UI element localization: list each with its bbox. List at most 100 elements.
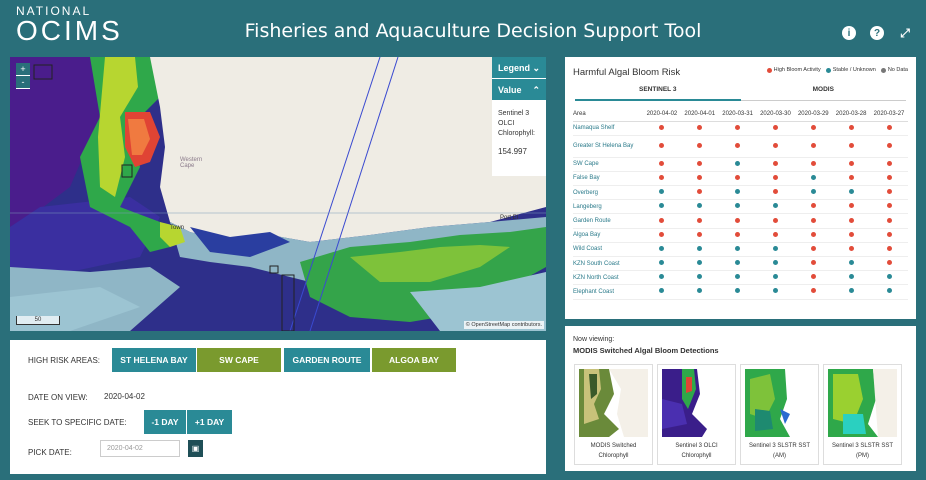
date-header: 2020-03-31 [718, 107, 757, 122]
info-icon[interactable]: i [842, 26, 856, 40]
status-cell [756, 213, 795, 229]
map-attribution[interactable]: © OpenStreetMap contributors. [463, 321, 544, 329]
red-dot-icon [886, 160, 892, 166]
red-dot-icon [848, 174, 854, 180]
red-dot-icon [810, 231, 816, 237]
area-header: Area [573, 107, 643, 122]
app-header: NATIONAL OCIMS Fisheries and Aquaculture… [0, 0, 926, 50]
thumb-caption-3b: (AM) [773, 453, 786, 459]
area-button-st-helena-bay[interactable]: ST HELENA BAY [112, 348, 196, 372]
area-name[interactable]: Algoa Bay [573, 228, 643, 243]
status-cell [794, 185, 833, 201]
value-toggle[interactable]: Value ⌃ [492, 79, 546, 101]
red-dot-icon [659, 231, 665, 237]
area-name[interactable]: KZN North Coast [573, 270, 643, 286]
date-on-view-value: 2020-04-02 [104, 392, 145, 401]
blue-dot-icon [697, 274, 703, 280]
blue-dot-icon [848, 274, 854, 280]
red-dot-icon [886, 189, 892, 195]
status-cell [643, 121, 681, 136]
status-cell [832, 256, 871, 272]
status-cell [643, 135, 681, 158]
hab-table: Area 2020-04-02 2020-04-01 2020-03-31 2020-… [573, 107, 908, 300]
red-dot-icon [697, 142, 703, 148]
area-name[interactable]: SW Cape [573, 157, 643, 172]
area-name[interactable]: Greater St Helena Bay [573, 135, 643, 158]
red-dot-icon [697, 174, 703, 180]
status-cell [756, 157, 795, 172]
blue-dot-icon [659, 245, 665, 251]
red-dot-icon [886, 231, 892, 237]
status-cell [832, 213, 871, 229]
area-name[interactable]: False Bay [573, 171, 643, 187]
status-cell [643, 185, 681, 201]
red-dot-icon [886, 142, 892, 148]
thumb-olci-chlorophyll[interactable]: Sentinel 3 OLCI Chlorophyll [657, 364, 736, 465]
area-name[interactable]: KZN South Coast [573, 256, 643, 272]
blue-dot-icon [659, 274, 665, 280]
red-dot-icon [810, 142, 816, 148]
status-cell [756, 121, 795, 136]
now-viewing-panel: Now viewing: MODIS Switched Algal Bloom … [565, 326, 916, 471]
status-cell [643, 270, 681, 286]
red-dot-icon [848, 231, 854, 237]
status-cell [870, 213, 908, 229]
help-icon[interactable]: ? [870, 26, 884, 40]
table-row: Overberg [573, 185, 908, 201]
seek-label: SEEK TO SPECIFIC DATE: [28, 418, 127, 427]
status-cell [680, 157, 719, 172]
tab-sentinel-3[interactable]: SENTINEL 3 [575, 83, 741, 101]
status-cell [718, 242, 757, 258]
red-dot-icon [886, 260, 892, 266]
red-dot-icon [810, 274, 816, 280]
calendar-icon[interactable]: ▣ [188, 440, 203, 457]
area-name[interactable]: Garden Route [573, 213, 643, 229]
pick-date-input[interactable]: 2020-04-02 [100, 440, 180, 457]
value-label: Value [498, 85, 522, 95]
red-dot-icon [735, 217, 741, 223]
map-view[interactable]: Western Cape Port El Town + - Legend ⌄ V… [10, 57, 546, 331]
date-header: 2020-04-02 [643, 107, 681, 122]
plus-day-button[interactable]: +1 DAY [187, 410, 232, 434]
red-dot-icon [659, 160, 665, 166]
status-cell [794, 157, 833, 172]
thumb-slstr-pm[interactable]: Sentinel 3 SLSTR SST (PM) [823, 364, 902, 465]
red-dot-icon [659, 124, 665, 130]
table-row: KZN North Coast [573, 270, 908, 286]
tab-modis[interactable]: MODIS [740, 83, 906, 101]
area-button-algoa-bay[interactable]: ALGOA BAY [372, 348, 456, 372]
blue-dot-icon [772, 245, 778, 251]
blue-dot-icon [848, 189, 854, 195]
status-cell [718, 157, 757, 172]
status-cell [718, 171, 757, 187]
thumb-image [745, 369, 814, 437]
area-name[interactable]: Elephant Coast [573, 284, 643, 300]
red-dot-icon [697, 124, 703, 130]
legend-high: High Bloom Activity [773, 67, 821, 73]
status-cell [832, 135, 871, 158]
blue-dot-icon [697, 260, 703, 266]
status-cell [870, 121, 908, 136]
status-cell [680, 242, 719, 258]
area-button-garden-route[interactable]: GARDEN ROUTE [284, 348, 370, 372]
red-dot-icon [810, 124, 816, 130]
zoom-in-button[interactable]: + [16, 63, 30, 76]
blue-dot-icon [659, 203, 665, 209]
red-dot-icon [886, 245, 892, 251]
status-cell [756, 270, 795, 286]
area-name[interactable]: Wild Coast [573, 242, 643, 258]
area-button-sw-cape[interactable]: SW CAPE [197, 348, 281, 372]
table-row: False Bay [573, 171, 908, 187]
legend-toggle[interactable]: Legend ⌄ [492, 57, 546, 79]
zoom-out-button[interactable]: - [16, 76, 30, 89]
red-dot-icon [886, 203, 892, 209]
blue-dot-icon [772, 203, 778, 209]
fullscreen-icon[interactable]: ⤢ [898, 26, 912, 40]
area-name[interactable]: Langeberg [573, 199, 643, 215]
thumb-slstr-am[interactable]: Sentinel 3 SLSTR SST (AM) [740, 364, 819, 465]
area-name[interactable]: Overberg [573, 185, 643, 201]
thumb-modis-chlorophyll[interactable]: MODIS Switched Chlorophyll [574, 364, 653, 465]
minus-day-button[interactable]: -1 DAY [144, 410, 186, 434]
area-name[interactable]: Namaqua Shelf [573, 121, 643, 136]
chevron-up-icon: ⌃ [532, 85, 540, 95]
